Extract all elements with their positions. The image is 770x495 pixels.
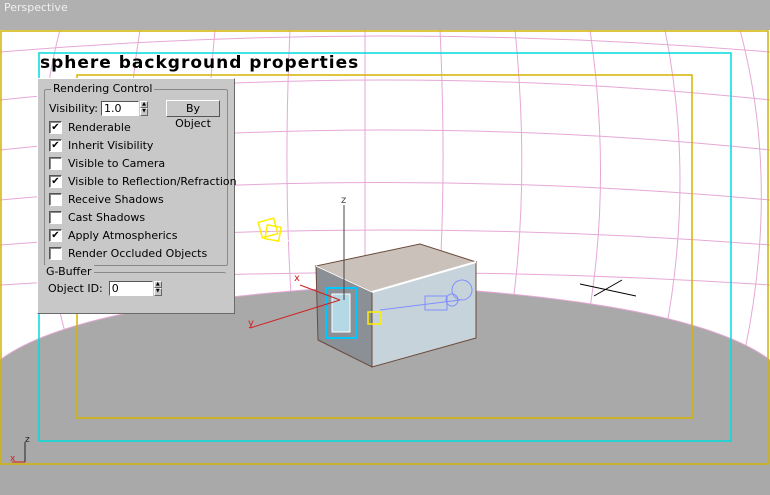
visibility-spinner[interactable]: 1.0 ▲ ▼ xyxy=(101,100,149,116)
spin-down-icon[interactable]: ▼ xyxy=(140,108,149,116)
checkbox-inherit-visibility[interactable]: ✔ xyxy=(49,138,62,152)
rendering-control-group: Rendering Control Visibility: 1.0 ▲ ▼ By… xyxy=(44,82,237,266)
option-visible-to-camera[interactable]: Visible to Camera xyxy=(49,155,165,171)
option-label: Inherit Visibility xyxy=(68,138,154,152)
rendering-control-legend: Rendering Control xyxy=(51,82,155,95)
y-axis-label: y xyxy=(248,318,254,329)
option-label: Apply Atmospherics xyxy=(68,228,178,242)
option-inherit-visibility[interactable]: ✔ Inherit Visibility xyxy=(49,137,153,153)
spin-up-icon[interactable]: ▲ xyxy=(153,280,162,288)
object-id-spinner[interactable]: 0 ▲ ▼ xyxy=(108,280,162,296)
option-label: Cast Shadows xyxy=(68,210,146,224)
checkbox-render-occluded[interactable] xyxy=(49,246,62,260)
viewport-footer-bar xyxy=(0,465,770,495)
object-id-spin-buttons[interactable]: ▲ ▼ xyxy=(153,280,162,296)
option-visible-to-reflection[interactable]: ✔ Visible to Reflection/Refraction xyxy=(49,173,237,189)
overlay-title: sphere background properties xyxy=(40,53,360,73)
option-cast-shadows[interactable]: Cast Shadows xyxy=(49,209,145,225)
object-id-label: Object ID: xyxy=(48,281,103,295)
option-label: Render Occluded Objects xyxy=(68,246,208,260)
checkbox-apply-atmospherics[interactable]: ✔ xyxy=(49,228,62,242)
object-id-row: Object ID: 0 ▲ ▼ xyxy=(48,280,162,296)
spin-up-icon[interactable]: ▲ xyxy=(140,100,149,108)
option-apply-atmospherics[interactable]: ✔ Apply Atmospherics xyxy=(49,227,177,243)
checkbox-cast-shadows[interactable] xyxy=(49,210,62,224)
spin-down-icon[interactable]: ▼ xyxy=(153,288,162,296)
viewport-label[interactable]: Perspective xyxy=(4,1,68,14)
x-axis-label: x xyxy=(294,273,300,284)
checkbox-visible-to-reflection[interactable]: ✔ xyxy=(49,174,62,188)
g-buffer-group: G-Buffer Object ID: 0 ▲ ▼ xyxy=(44,265,226,313)
visibility-input[interactable]: 1.0 xyxy=(101,100,140,116)
by-object-button[interactable]: By Object xyxy=(166,100,220,130)
visibility-spin-buttons[interactable]: ▲ ▼ xyxy=(140,100,149,116)
z-axis-label: z xyxy=(341,195,346,206)
checkbox-visible-to-camera[interactable] xyxy=(49,156,62,170)
option-render-occluded[interactable]: Render Occluded Objects xyxy=(49,245,207,261)
option-label: Receive Shadows xyxy=(68,192,164,206)
option-receive-shadows[interactable]: Receive Shadows xyxy=(49,191,164,207)
viewport-header-bar xyxy=(0,0,770,30)
option-label: Renderable xyxy=(68,120,131,134)
option-label: Visible to Reflection/Refraction xyxy=(68,174,237,188)
checkbox-receive-shadows[interactable] xyxy=(49,192,62,206)
object-id-input[interactable]: 0 xyxy=(108,280,153,296)
g-buffer-legend: G-Buffer xyxy=(44,265,94,278)
visibility-label: Visibility: xyxy=(49,101,99,115)
option-label: Visible to Camera xyxy=(68,156,166,170)
object-properties-panel: Rendering Control Visibility: 1.0 ▲ ▼ By… xyxy=(37,78,237,314)
checkbox-renderable[interactable]: ✔ xyxy=(49,120,62,134)
world-z-label: z xyxy=(25,435,30,445)
world-x-label: x xyxy=(10,454,16,464)
perspective-viewport[interactable]: z x y z x Perspective sphere background … xyxy=(0,0,770,495)
option-renderable[interactable]: ✔ Renderable xyxy=(49,119,131,135)
visibility-row: Visibility: 1.0 ▲ ▼ xyxy=(49,100,149,116)
